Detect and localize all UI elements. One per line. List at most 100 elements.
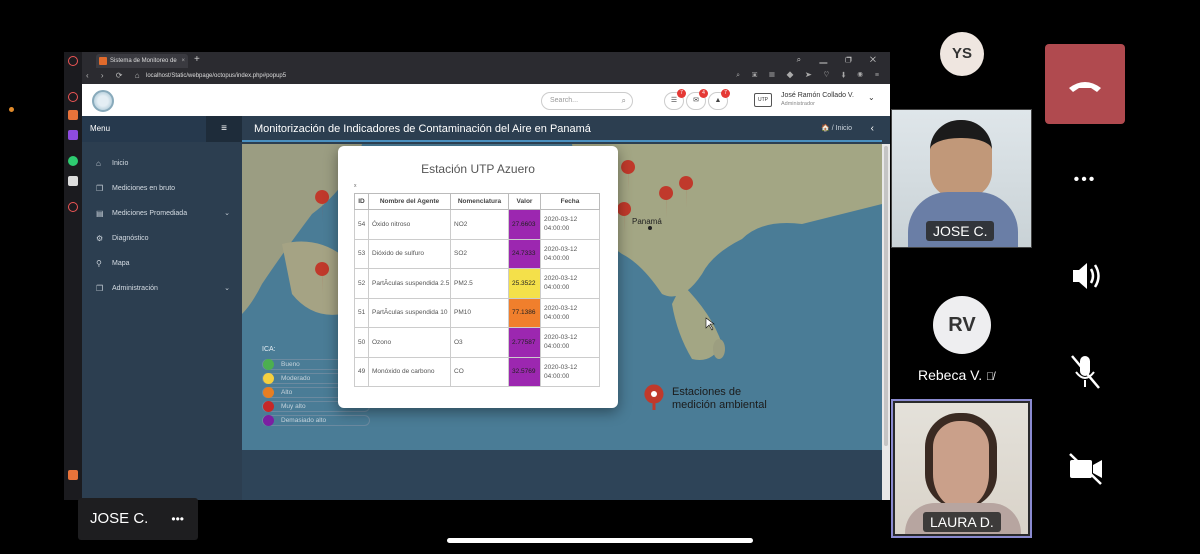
- search-placeholder: Search...: [550, 97, 579, 104]
- sidebar-item-administracion[interactable]: ❐ Administración ⌄: [82, 279, 242, 299]
- close-icon[interactable]: x: [354, 183, 357, 189]
- cell-value: 32.5769: [508, 356, 541, 387]
- sidebar-item-mapa[interactable]: ⚲ Mapa: [82, 254, 242, 274]
- twitch-icon[interactable]: [68, 130, 78, 140]
- avatar-rv[interactable]: RV: [933, 296, 991, 354]
- address-bar: ‹ › ⟳ ⌂ localhost/Static/webpage/octopus…: [82, 68, 890, 84]
- cell-agent: PartÃculas suspendida 2.5: [368, 268, 451, 299]
- cell-date: 2020-03-12 04:00:00: [540, 327, 600, 358]
- tab-bar: Sistema de Monitoreo de × + ⌕ ▁ ❐ ✕: [82, 52, 890, 68]
- cell-agent: Óxido nitroso: [368, 209, 451, 240]
- cell-agent: Monóxido de carbono: [368, 356, 451, 387]
- whatsapp-icon[interactable]: [68, 156, 78, 166]
- avatar-ys[interactable]: YS: [940, 32, 984, 76]
- sidebar-item-label: Inicio: [112, 160, 129, 167]
- cell-value: 24.7333: [508, 238, 541, 269]
- app-topbar: Search... ⌕ ☰ 7 ✉ 4 ▲ 7 UTP José Ramón Coll…: [82, 84, 890, 116]
- more-icon[interactable]: •••: [171, 498, 184, 540]
- hamburger-icon[interactable]: ≡: [206, 116, 242, 142]
- window-controls[interactable]: ⌕ ▁ ❐ ✕: [797, 52, 884, 68]
- favicon-icon: [99, 57, 107, 65]
- search-input[interactable]: Search... ⌕: [541, 92, 633, 110]
- sidebar-item-diagnostico[interactable]: ⚙ Diagnóstico: [82, 229, 242, 249]
- mail-button[interactable]: ✉ 4: [686, 89, 708, 110]
- vertical-scrollbar[interactable]: [882, 144, 890, 500]
- app-logo[interactable]: [92, 90, 114, 112]
- video-tile-jose[interactable]: JOSE C.: [891, 109, 1032, 248]
- user-name[interactable]: José Ramón Collado V.: [781, 92, 854, 99]
- map-city-label: Panamá: [632, 217, 662, 226]
- bag-icon[interactable]: [68, 110, 78, 120]
- cell-id: 54: [354, 209, 369, 240]
- speaker-name: JOSE C.: [90, 510, 149, 527]
- clock-icon[interactable]: [68, 92, 78, 102]
- history-icon[interactable]: [68, 202, 78, 212]
- tasks-badge: 7: [677, 89, 686, 98]
- cell-code: PM2.5: [450, 268, 509, 299]
- chevron-down-icon: ⌄: [224, 285, 230, 292]
- participant-name: Rebeca V.: [918, 367, 983, 383]
- sidebar-item-mediciones-promediada[interactable]: ▤ Mediciones Promediada ⌄: [82, 204, 242, 224]
- active-speaker-tag[interactable]: JOSE C. •••: [78, 498, 198, 540]
- table-row: 51 PartÃculas suspendida 10 PM10 77.1386 202…: [354, 297, 600, 328]
- sidebar-item-label: Administración: [112, 285, 158, 292]
- extension-icon[interactable]: [68, 470, 78, 480]
- end-call-button[interactable]: [1045, 44, 1125, 124]
- speaker-button[interactable]: [1045, 236, 1125, 316]
- user-logo[interactable]: UTP: [754, 93, 772, 107]
- sidebar-item-mediciones-bruto[interactable]: ❐ Mediciones en bruto: [82, 179, 242, 199]
- table-row: 53 Dióxido de sulfuro SO2 24.7333 2020-03-12…: [354, 238, 600, 269]
- home-indicator[interactable]: [447, 538, 753, 543]
- video-off-icon: [1069, 453, 1102, 485]
- tasks-button[interactable]: ☰ 7: [664, 89, 686, 110]
- close-tab-icon[interactable]: ×: [181, 54, 185, 68]
- cell-code: SO2: [450, 238, 509, 269]
- legend-dot: [263, 415, 274, 426]
- legend-label: Bueno: [281, 361, 300, 368]
- col-code: Nomenclatura: [450, 193, 509, 210]
- cell-date: 2020-03-12 04:00:00: [540, 297, 600, 328]
- alerts-button[interactable]: ▲ 7: [708, 89, 730, 110]
- browser-tab[interactable]: Sistema de Monitoreo de ×: [96, 54, 188, 68]
- sidebar-item-label: Diagnóstico: [112, 235, 149, 242]
- browser-tools[interactable]: ⌕ ▣ ▤ ◆ ➤ ♡ ⬇ ◉ ≡: [736, 68, 884, 84]
- mute-button[interactable]: [1045, 332, 1125, 412]
- cell-agent: Ozono: [368, 327, 451, 358]
- cell-id: 50: [354, 327, 369, 358]
- gear-icon: ⚙: [96, 234, 104, 243]
- chevron-down-icon[interactable]: ⌄: [868, 93, 875, 102]
- legend-dot: [263, 373, 274, 384]
- muted-mic-icon: 🎙̸: [985, 371, 995, 383]
- search-icon[interactable]: ⌕: [622, 93, 626, 109]
- video-off-button[interactable]: [1045, 428, 1125, 508]
- breadcrumb[interactable]: 🏠 / Inicio: [821, 116, 852, 142]
- copy-icon: ❐: [96, 284, 104, 293]
- breadcrumb-inicio[interactable]: Inicio: [836, 125, 852, 132]
- home-icon: ⌂: [96, 159, 101, 168]
- cell-code: CO: [450, 356, 509, 387]
- table-row: 54 Óxido nitroso NO2 27.6603 2020-03-12 04:0…: [354, 209, 600, 240]
- more-options-button[interactable]: •••: [1045, 140, 1125, 220]
- cell-date: 2020-03-12 04:00:00: [540, 356, 600, 387]
- cell-code: O3: [450, 327, 509, 358]
- url-field[interactable]: localhost/Static/webpage/octopus/index.p…: [146, 71, 286, 81]
- cell-code: NO2: [450, 209, 509, 240]
- video-tile-laura[interactable]: LAURA D.: [891, 399, 1032, 538]
- discord-icon[interactable]: [68, 176, 78, 186]
- stations-line1: Estaciones de: [672, 386, 742, 398]
- map-view[interactable]: Panamá ICA: Bueno Moderado Alto Muy alto…: [242, 144, 882, 450]
- chevron-down-icon: ⌄: [224, 210, 230, 217]
- opera-icon[interactable]: [68, 56, 78, 66]
- user-role: Administrador: [781, 101, 815, 107]
- legend-dot: [263, 387, 274, 398]
- nav-buttons[interactable]: ‹ › ⟳ ⌂: [86, 68, 145, 84]
- sidebar-item-inicio[interactable]: ⌂ Inicio: [82, 154, 242, 174]
- new-tab-button[interactable]: +: [194, 52, 200, 68]
- legend-dot: [263, 401, 274, 412]
- legend-dot: [263, 359, 274, 370]
- cell-agent: PartÃculas suspendida 10: [368, 297, 451, 328]
- scrollbar-thumb[interactable]: [884, 146, 888, 446]
- legend-item-demasiado-alto: Demasiado alto: [262, 415, 370, 426]
- chevron-left-icon[interactable]: ‹: [871, 116, 874, 142]
- participant-name: LAURA D.: [923, 512, 1001, 532]
